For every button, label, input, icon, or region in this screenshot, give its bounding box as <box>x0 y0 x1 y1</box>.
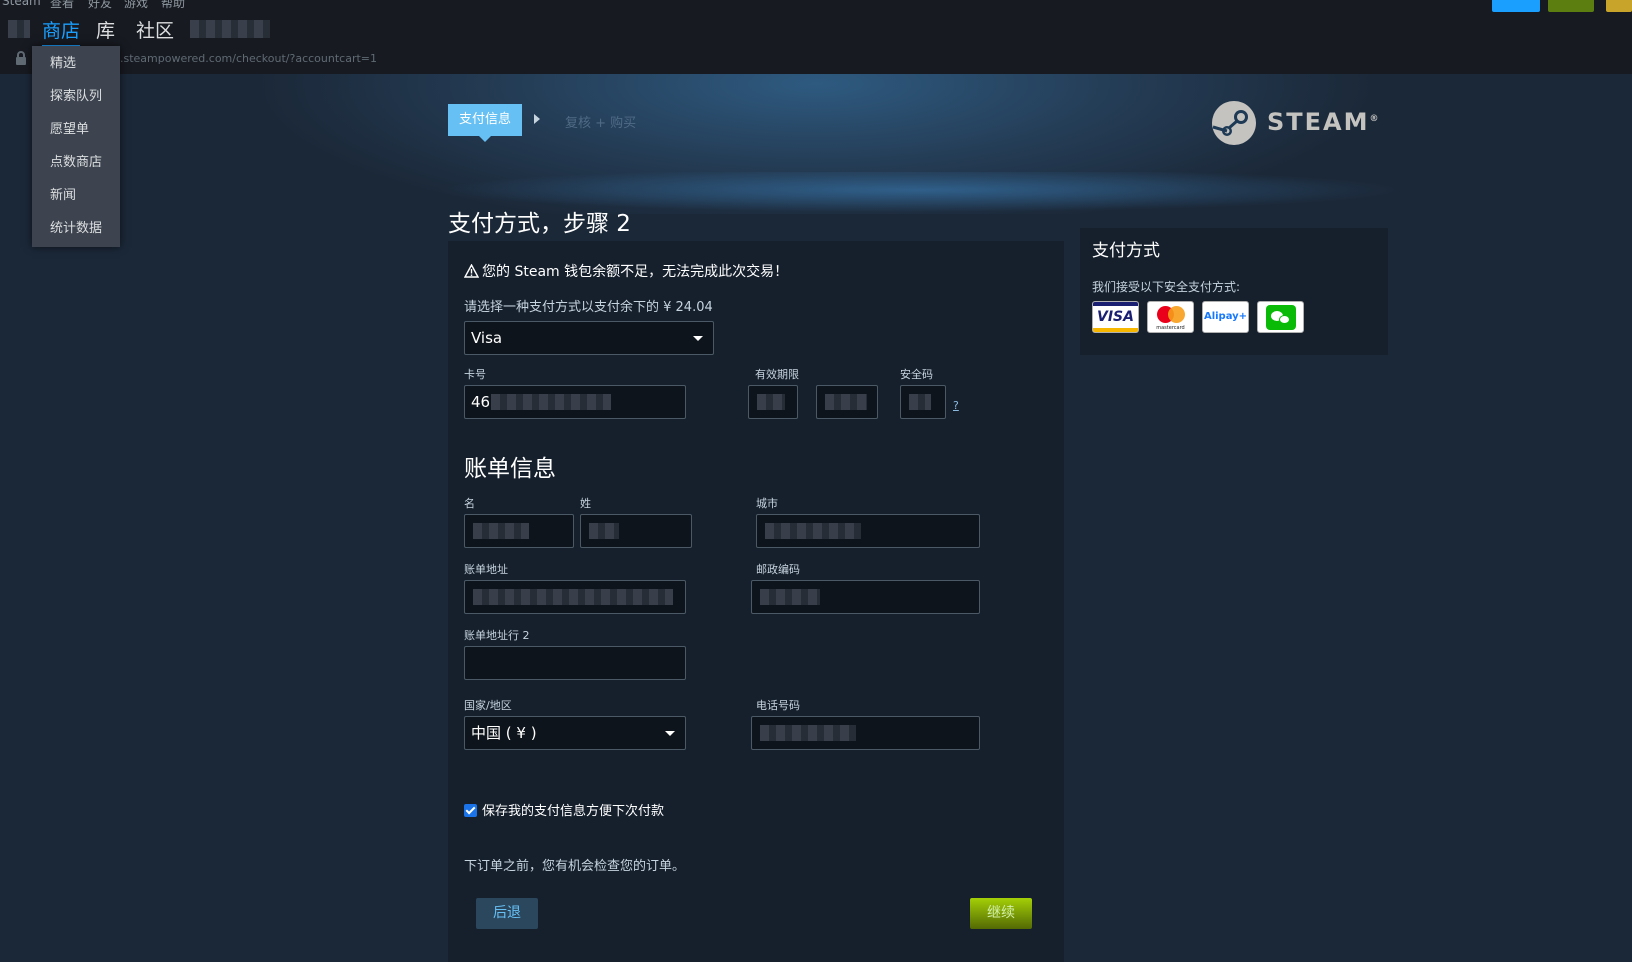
menu-view[interactable]: 查看 <box>50 0 74 11</box>
postcode-redacted <box>760 589 820 605</box>
billing-heading: 账单信息 <box>464 456 556 482</box>
address-redacted <box>473 589 673 605</box>
menu-friends[interactable]: 好友 <box>88 0 112 11</box>
nav-profile-redacted[interactable] <box>190 20 270 38</box>
notifications-button[interactable] <box>1548 0 1594 12</box>
save-payment-checkbox[interactable]: 保存我的支付信息方便下次付款 <box>464 800 664 819</box>
alipay-icon: Alipay+ <box>1202 301 1249 333</box>
last-name-label: 姓 <box>580 497 591 510</box>
chevron-down-icon <box>693 336 703 341</box>
url-text[interactable]: .steampowered.com/checkout/?accountcart=… <box>120 52 377 65</box>
continue-button[interactable]: 继续 <box>970 898 1032 929</box>
postcode-input[interactable] <box>751 580 980 614</box>
payment-method-select[interactable]: Visa <box>464 321 714 355</box>
first-name-input[interactable] <box>464 514 574 548</box>
announcements-button[interactable] <box>1492 0 1540 12</box>
first-name-redacted <box>473 523 529 539</box>
address2-label: 账单地址行 2 <box>464 629 530 642</box>
expiry-year-redacted <box>825 394 867 410</box>
address2-input[interactable] <box>464 646 686 680</box>
address-label: 账单地址 <box>464 563 508 576</box>
steam-wordmark: STEAM® <box>1267 108 1381 136</box>
review-note: 下订单之前，您有机会检查您的订单。 <box>464 859 686 874</box>
save-payment-label: 保存我的支付信息方便下次付款 <box>482 804 665 819</box>
back-nav-icon[interactable] <box>8 20 30 38</box>
store-menu-stats[interactable]: 统计数据 <box>32 212 120 245</box>
wechat-pay-icon <box>1257 301 1304 333</box>
phone-input[interactable] <box>751 716 980 750</box>
insufficient-funds-warning: 您的 Steam 钱包余额不足，无法完成此次交易！ <box>463 261 789 281</box>
nav-community[interactable]: 社区 <box>136 16 174 43</box>
last-name-redacted <box>589 523 619 539</box>
city-redacted <box>765 523 861 539</box>
payment-method-value: Visa <box>471 329 503 347</box>
card-number-redacted <box>491 394 611 410</box>
cvv-redacted <box>909 394 931 410</box>
cvv-input[interactable] <box>900 385 946 419</box>
phone-redacted <box>760 725 856 741</box>
chevron-down-icon <box>665 731 675 736</box>
store-menu-discovery-queue[interactable]: 探索队列 <box>32 80 120 113</box>
visa-icon: VISA <box>1092 301 1139 333</box>
payment-panel: 您的 Steam 钱包余额不足，无法完成此次交易！ 请选择一种支付方式以支付余下… <box>448 241 1064 962</box>
steam-logo: STEAM® <box>1211 100 1379 146</box>
store-menu-news[interactable]: 新闻 <box>32 179 120 212</box>
payment-prompt: 请选择一种支付方式以支付余下的 ¥ 24.04 <box>464 300 713 315</box>
first-name-label: 名 <box>464 497 475 510</box>
country-select[interactable]: 中国 ( ¥ ) <box>464 716 686 750</box>
warning-text: 您的 Steam 钱包余额不足，无法完成此次交易！ <box>482 264 789 280</box>
expiry-month-redacted <box>757 394 785 410</box>
step-arrow-icon <box>534 114 540 124</box>
card-number-value: 46 <box>471 393 491 411</box>
warning-icon <box>463 263 480 278</box>
step-payment-info: 支付信息 <box>448 104 522 142</box>
expiry-year-select[interactable] <box>816 385 878 419</box>
sidebar-heading: 支付方式 <box>1092 241 1160 261</box>
payment-methods-sidebar: 支付方式 我们接受以下安全支付方式: VISA mastercard Alipa… <box>1080 228 1388 355</box>
phone-label: 电话号码 <box>756 699 800 712</box>
page-title: 支付方式，步骤 2 <box>448 211 631 237</box>
card-number-label: 卡号 <box>464 368 486 381</box>
last-name-input[interactable] <box>580 514 692 548</box>
checkbox-checked-icon[interactable] <box>464 804 477 817</box>
sidebar-subtitle: 我们接受以下安全支付方式: <box>1092 280 1241 294</box>
card-number-input[interactable]: 46 <box>464 385 686 419</box>
cvv-label: 安全码 <box>900 368 933 381</box>
lock-icon <box>16 51 26 65</box>
expiry-month-select[interactable] <box>748 385 798 419</box>
cvv-help-link[interactable]: ? <box>953 399 959 412</box>
menu-games[interactable]: 游戏 <box>124 0 148 11</box>
mastercard-icon: mastercard <box>1147 301 1194 333</box>
country-label: 国家/地区 <box>464 699 512 712</box>
city-label: 城市 <box>756 497 778 510</box>
menu-steam[interactable]: Steam <box>2 0 41 8</box>
store-menu-points-shop[interactable]: 点数商店 <box>32 146 120 179</box>
steam-logo-icon <box>1212 101 1256 145</box>
address-input[interactable] <box>464 580 686 614</box>
store-menu-wishlist[interactable]: 愿望单 <box>32 113 120 146</box>
postcode-label: 邮政编码 <box>756 563 800 576</box>
step-review-purchase: 复核 + 购买 <box>565 116 637 131</box>
country-value: 中国 ( ¥ ) <box>471 724 537 742</box>
store-dropdown: 精选 探索队列 愿望单 点数商店 新闻 统计数据 <box>32 46 120 247</box>
store-menu-featured[interactable]: 精选 <box>32 47 120 80</box>
nav-store[interactable]: 商店 <box>42 16 81 48</box>
address-bar: .steampowered.com/checkout/?accountcart=… <box>0 46 1632 72</box>
city-input[interactable] <box>756 514 980 548</box>
back-button[interactable]: 后退 <box>476 898 538 929</box>
nav-library[interactable]: 库 <box>96 16 115 43</box>
expiry-label: 有效期限 <box>755 368 799 381</box>
avatar[interactable] <box>1606 0 1632 12</box>
menu-help[interactable]: 帮助 <box>161 0 185 11</box>
